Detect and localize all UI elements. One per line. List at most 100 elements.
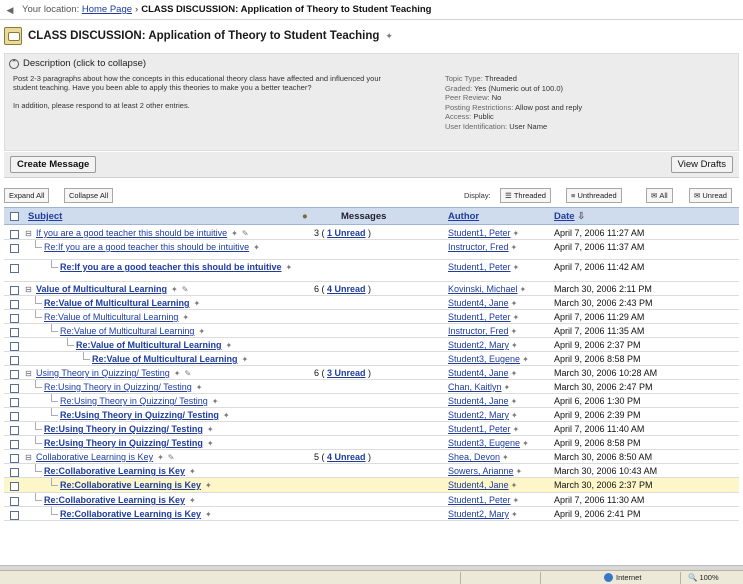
row-checkbox[interactable]: [10, 244, 19, 253]
description-toggle[interactable]: ⌃ Description (click to collapse): [9, 58, 146, 69]
message-subject-link[interactable]: Re:Value of Multicultural Learning: [44, 298, 190, 308]
subscribe-icon[interactable]: ✦: [205, 510, 212, 519]
author-link[interactable]: Student1, Peter: [448, 312, 511, 322]
subscribe-icon[interactable]: ✦: [385, 31, 393, 42]
table-row[interactable]: Re:If you are a good teacher this should…: [4, 240, 739, 260]
subscribe-icon[interactable]: ✦: [205, 481, 212, 490]
author-link[interactable]: Student2, Mary: [448, 410, 509, 420]
message-subject-link[interactable]: Re:Value of Multicultural Learning: [44, 312, 178, 322]
message-subject-link[interactable]: Re:Collaborative Learning is Key: [44, 466, 185, 476]
unread-count-link[interactable]: 3 Unread: [327, 368, 366, 378]
subscribe-icon[interactable]: ✦: [231, 229, 238, 238]
message-subject-link[interactable]: Re:Using Theory in Quizzing/ Testing: [60, 396, 208, 406]
table-row[interactable]: Re:Collaborative Learning is Key ✦ Sowers,…: [4, 464, 739, 478]
user-info-icon[interactable]: ✦: [513, 313, 520, 322]
author-link[interactable]: Student1, Peter: [448, 262, 511, 272]
row-checkbox[interactable]: [10, 328, 19, 337]
message-subject-link[interactable]: Re:Using Theory in Quizzing/ Testing: [60, 410, 219, 420]
show-all-button[interactable]: ✉ All: [646, 188, 673, 203]
back-arrow-icon[interactable]: ◀: [4, 4, 16, 16]
subscribe-icon[interactable]: ✦: [286, 263, 293, 272]
message-subject-link[interactable]: Using Theory in Quizzing/ Testing: [36, 368, 170, 378]
row-checkbox[interactable]: [10, 412, 19, 421]
author-link[interactable]: Student2, Mary: [448, 340, 509, 350]
collapse-thread-icon[interactable]: ⊟: [24, 230, 33, 239]
message-subject-link[interactable]: Re:Collaborative Learning is Key: [60, 509, 201, 519]
subscribe-icon[interactable]: ✦: [198, 327, 205, 336]
author-link[interactable]: Shea, Devon: [448, 452, 500, 462]
subscribe-icon[interactable]: ✦: [157, 453, 164, 462]
table-row[interactable]: Re:Value of Multicultural Learning ✦ Stude…: [4, 352, 739, 366]
row-checkbox[interactable]: [10, 482, 19, 491]
table-row[interactable]: Re:Using Theory in Quizzing/ Testing ✦ Stu…: [4, 408, 739, 422]
threaded-view-button[interactable]: ☰ Threaded: [500, 188, 551, 203]
unread-count-link[interactable]: 1 Unread: [327, 228, 366, 238]
table-row[interactable]: Re:Using Theory in Quizzing/ Testing ✦ Cha…: [4, 380, 739, 394]
collapse-all-button[interactable]: Collapse All: [64, 188, 114, 203]
row-checkbox[interactable]: [10, 342, 19, 351]
row-checkbox[interactable]: [10, 356, 19, 365]
author-link[interactable]: Student1, Peter: [448, 424, 511, 434]
row-checkbox[interactable]: [10, 454, 19, 463]
author-link[interactable]: Instructor, Fred: [448, 326, 509, 336]
subscribe-icon[interactable]: ✦: [189, 467, 196, 476]
table-row[interactable]: Re:Value of Multicultural Learning ✦ Stude…: [4, 296, 739, 310]
author-column-header[interactable]: Author: [448, 211, 479, 222]
author-link[interactable]: Student3, Eugene: [448, 438, 520, 448]
user-info-icon[interactable]: ✦: [522, 355, 529, 364]
message-subject-link[interactable]: Re:Using Theory in Quizzing/ Testing: [44, 424, 203, 434]
subscribe-icon[interactable]: ✦: [223, 411, 230, 420]
table-row[interactable]: Re:Collaborative Learning is Key ✦ Student…: [4, 478, 739, 493]
subscribe-icon[interactable]: ✦: [189, 496, 196, 505]
subscribe-icon[interactable]: ✦: [207, 439, 214, 448]
table-row[interactable]: ⊟ Value of Multicultural Learning ✦ ✎ 6 ( 4 …: [4, 282, 739, 296]
row-checkbox[interactable]: [10, 314, 19, 323]
author-link[interactable]: Student1, Peter: [448, 228, 511, 238]
user-info-icon[interactable]: ✦: [511, 327, 518, 336]
subscribe-icon[interactable]: ✦: [242, 355, 249, 364]
row-checkbox[interactable]: [10, 300, 19, 309]
table-row[interactable]: Re:Value of Multicultural Learning ✦ Stude…: [4, 338, 739, 352]
collapse-thread-icon[interactable]: ⊟: [24, 454, 33, 463]
show-unread-button[interactable]: ✉ Unread: [689, 188, 732, 203]
unread-count-link[interactable]: 4 Unread: [327, 284, 366, 294]
table-row[interactable]: Re:Collaborative Learning is Key ✦ Student…: [4, 493, 739, 507]
table-row[interactable]: Re:Value of Multicultural Learning ✦ Stude…: [4, 310, 739, 324]
subscribe-icon[interactable]: ✦: [182, 313, 189, 322]
user-info-icon[interactable]: ✦: [511, 369, 518, 378]
table-row[interactable]: Re:Using Theory in Quizzing/ Testing ✦ Stu…: [4, 422, 739, 436]
subscribe-icon[interactable]: ✦: [207, 425, 214, 434]
author-link[interactable]: Student3, Eugene: [448, 354, 520, 364]
row-checkbox[interactable]: [10, 398, 19, 407]
author-link[interactable]: Sowers, Arianne: [448, 466, 514, 476]
author-link[interactable]: Student4, Jane: [448, 396, 509, 406]
author-link[interactable]: Student4, Jane: [448, 368, 509, 378]
subscribe-icon[interactable]: ✦: [212, 397, 219, 406]
subscribe-icon[interactable]: ✦: [253, 243, 260, 252]
user-info-icon[interactable]: ✦: [511, 243, 518, 252]
table-row[interactable]: Re:Using Theory in Quizzing/ Testing ✦ Stu…: [4, 436, 739, 450]
author-link[interactable]: Chan, Kaitlyn: [448, 382, 502, 392]
date-column-header[interactable]: Date: [554, 211, 575, 222]
create-message-button[interactable]: Create Message: [10, 156, 97, 173]
table-row[interactable]: Re:Value of Multicultural Learning ✦ Instr…: [4, 324, 739, 338]
user-info-icon[interactable]: ✦: [504, 383, 511, 392]
row-checkbox[interactable]: [10, 440, 19, 449]
user-info-icon[interactable]: ✦: [522, 439, 529, 448]
user-info-icon[interactable]: ✦: [513, 229, 520, 238]
table-row[interactable]: ⊟ Collaborative Learning is Key ✦ ✎ 5 ( 4 Un…: [4, 450, 739, 464]
subscribe-icon[interactable]: ✦: [226, 341, 233, 350]
message-subject-link[interactable]: Value of Multicultural Learning: [36, 284, 167, 294]
collapse-thread-icon[interactable]: ⊟: [24, 286, 33, 295]
user-info-icon[interactable]: ✦: [513, 263, 520, 272]
row-checkbox[interactable]: [10, 370, 19, 379]
message-subject-link[interactable]: Re:Value of Multicultural Learning: [92, 354, 238, 364]
author-link[interactable]: Student2, Mary: [448, 509, 509, 519]
row-checkbox[interactable]: [10, 230, 19, 239]
expand-all-button[interactable]: Expand All: [4, 188, 50, 203]
row-checkbox[interactable]: [10, 384, 19, 393]
user-info-icon[interactable]: ✦: [511, 481, 518, 490]
subscribe-icon[interactable]: ✦: [196, 383, 203, 392]
message-subject-link[interactable]: Collaborative Learning is Key: [36, 452, 153, 462]
table-row[interactable]: Re:Collaborative Learning is Key ✦ Student…: [4, 507, 739, 521]
